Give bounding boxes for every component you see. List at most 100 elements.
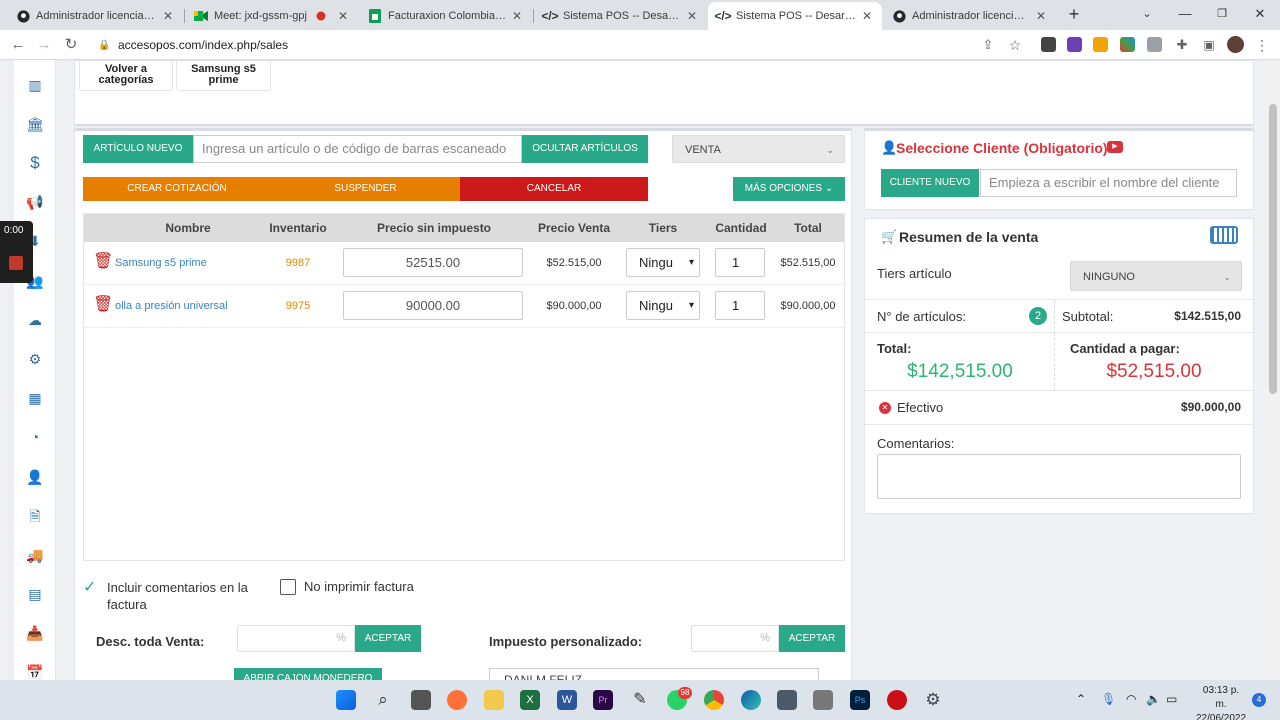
document-icon[interactable]: 🗎 bbox=[26, 507, 44, 525]
cart-item-name[interactable]: olla a presión universal bbox=[115, 285, 228, 328]
task-view-icon[interactable] bbox=[411, 690, 431, 710]
chrome-icon[interactable] bbox=[704, 690, 724, 710]
code-extension-icon[interactable] bbox=[1147, 37, 1162, 52]
tier-select[interactable]: Ningu ▾ bbox=[626, 291, 700, 320]
share-icon[interactable]: ⇪ bbox=[978, 35, 998, 55]
tab-admin-licencias-1[interactable]: Administrador licencias POS ✕ bbox=[8, 2, 183, 30]
opera-icon[interactable] bbox=[887, 690, 907, 710]
megaphone-icon[interactable]: 📢 bbox=[26, 193, 44, 211]
discount-accept-button[interactable]: ACEPTAR bbox=[355, 625, 421, 652]
puzzle-extensions-icon[interactable]: ✚ bbox=[1172, 35, 1192, 55]
reload-icon[interactable]: ↻ bbox=[61, 35, 81, 55]
new-item-button[interactable]: ARTÍCULO NUEVO bbox=[83, 135, 193, 163]
minimize-button[interactable]: — bbox=[1174, 4, 1196, 24]
no-print-checkbox[interactable] bbox=[280, 579, 296, 595]
battery-icon[interactable]: ▭ bbox=[1166, 692, 1177, 706]
bank-icon[interactable]: 🏛 bbox=[26, 115, 44, 133]
category-item-samsung[interactable]: Samsung s5 prime bbox=[176, 61, 271, 91]
back-arrow-icon[interactable]: ← bbox=[8, 35, 28, 55]
price-no-tax-input[interactable]: 52515.00 bbox=[343, 248, 523, 277]
wifi-icon[interactable]: ◠ bbox=[1126, 692, 1136, 706]
trash-icon[interactable]: 🗑 bbox=[93, 296, 113, 314]
cart-item-name[interactable]: Samsung s5 prime bbox=[115, 242, 207, 285]
hide-items-button[interactable]: OCULTAR ARTÍCULOS bbox=[522, 135, 648, 163]
remove-payment-icon[interactable]: ✕ bbox=[879, 402, 891, 414]
tab-search-chevron-icon[interactable]: ⌄ bbox=[1136, 4, 1158, 24]
notification-badge[interactable]: 4 bbox=[1252, 693, 1266, 707]
quantity-input[interactable]: 1 bbox=[715, 291, 765, 320]
back-to-categories-button[interactable]: Volver a categorías bbox=[79, 61, 173, 91]
close-tab-icon[interactable]: ✕ bbox=[860, 9, 874, 23]
sale-mode-select[interactable]: VENTA ⌄ bbox=[672, 135, 845, 163]
dollar-icon[interactable]: $ bbox=[26, 154, 44, 172]
windows-start-icon[interactable] bbox=[336, 690, 356, 710]
key-extension-icon[interactable] bbox=[1093, 37, 1108, 52]
snipping-tool-icon[interactable] bbox=[813, 690, 833, 710]
tab-sistema-pos-active[interactable]: </> Sistema POS -- Desarrollado ✕ bbox=[708, 2, 882, 30]
edge-icon[interactable] bbox=[741, 690, 761, 710]
youtube-icon[interactable]: ▶ bbox=[1107, 141, 1123, 153]
microphone-icon[interactable]: 🎙 bbox=[1101, 692, 1116, 706]
user-icon[interactable]: 👤 bbox=[26, 468, 44, 486]
new-tab-button[interactable]: + bbox=[1063, 4, 1085, 24]
close-tab-icon[interactable]: ✕ bbox=[1034, 9, 1048, 23]
client-search-input[interactable]: Empieza a escribir el nombre del cliente bbox=[980, 169, 1237, 197]
tiers-select[interactable]: NINGUNO ⌄ bbox=[1070, 261, 1242, 291]
pen-tool-icon[interactable]: ✎ bbox=[630, 690, 650, 710]
table-icon[interactable]: ▤ bbox=[26, 585, 44, 603]
quantity-input[interactable]: 1 bbox=[715, 248, 765, 277]
k-extension-icon[interactable] bbox=[1067, 37, 1082, 52]
maximize-button[interactable]: ❐ bbox=[1211, 4, 1233, 24]
comments-textarea[interactable] bbox=[877, 454, 1241, 499]
inbox-icon[interactable]: 📥 bbox=[26, 624, 44, 642]
tray-chevron-icon[interactable]: ⌃ bbox=[1076, 692, 1086, 706]
profile-avatar[interactable] bbox=[1227, 36, 1244, 53]
new-client-button[interactable]: CLIENTE NUEVO bbox=[881, 169, 979, 197]
create-quote-button[interactable]: CREAR COTIZACIÓN bbox=[83, 177, 271, 201]
custom-tax-input[interactable]: % bbox=[691, 625, 779, 652]
settings-icon[interactable]: ⚙ bbox=[923, 690, 943, 710]
browser-menu-icon[interactable]: ⋮ bbox=[1252, 35, 1272, 55]
calendar-icon[interactable]: 📅 bbox=[26, 663, 44, 681]
more-options-button[interactable]: MÁS OPCIONES ⌄ bbox=[733, 177, 845, 201]
qr-extension-icon[interactable] bbox=[1041, 37, 1056, 52]
page-scrollbar[interactable] bbox=[1266, 60, 1280, 680]
price-no-tax-input[interactable]: 90000.00 bbox=[343, 291, 523, 320]
tab-facturaxion[interactable]: Facturaxion Colombia altas ✕ bbox=[360, 2, 532, 30]
trash-icon[interactable]: 🗑 bbox=[93, 253, 113, 271]
custom-tax-accept-button[interactable]: ACEPTAR bbox=[779, 625, 845, 652]
tab-admin-licencias-2[interactable]: Administrador licencias POS ✕ bbox=[884, 2, 1056, 30]
stop-record-button[interactable] bbox=[9, 256, 23, 270]
url-field[interactable]: 🔒 accesopos.com/index.php/sales bbox=[88, 35, 1033, 56]
discount-input[interactable]: % bbox=[237, 625, 355, 652]
close-window-button[interactable]: ✕ bbox=[1249, 4, 1271, 24]
word-icon[interactable]: W bbox=[557, 690, 577, 710]
calculator-icon[interactable]: ▦ bbox=[26, 389, 44, 407]
building-icon[interactable]: ▥ bbox=[26, 76, 44, 94]
checkmark-icon[interactable]: ✓ bbox=[83, 577, 96, 597]
bookmark-star-icon[interactable]: ☆ bbox=[1005, 35, 1025, 55]
suspend-button[interactable]: SUSPENDER bbox=[271, 177, 460, 201]
calculator-icon[interactable] bbox=[777, 690, 797, 710]
excel-icon[interactable]: X bbox=[520, 690, 540, 710]
gears-icon[interactable]: ⚙ bbox=[26, 350, 44, 368]
tier-select[interactable]: Ningu ▾ bbox=[626, 248, 700, 277]
volume-icon[interactable]: 🔈 bbox=[1146, 692, 1161, 706]
cancel-sale-button[interactable]: CANCELAR bbox=[460, 177, 648, 201]
dashboard-icon[interactable]: ◔ bbox=[26, 428, 44, 446]
close-tab-icon[interactable]: ✕ bbox=[685, 9, 699, 23]
file-explorer-icon[interactable] bbox=[484, 690, 504, 710]
side-panel-icon[interactable]: ▣ bbox=[1199, 35, 1219, 55]
tab-meet[interactable]: Meet: jxd-gssm-gpj ✕ bbox=[186, 2, 358, 30]
scrollbar-thumb[interactable] bbox=[1269, 104, 1277, 394]
system-clock[interactable]: 03:13 p. m. 22/06/2022 bbox=[1196, 684, 1246, 720]
firefox-icon[interactable] bbox=[447, 690, 467, 710]
close-tab-icon[interactable]: ✕ bbox=[336, 9, 350, 23]
close-tab-icon[interactable]: ✕ bbox=[510, 9, 524, 23]
forward-arrow-icon[interactable]: → bbox=[34, 35, 54, 55]
search-icon[interactable]: ⌕ bbox=[373, 690, 393, 710]
truck-icon[interactable]: 🚚 bbox=[26, 546, 44, 564]
color-extension-icon[interactable] bbox=[1120, 37, 1135, 52]
tab-sistema-pos-1[interactable]: </> Sistema POS -- Desarrollado ✕ bbox=[535, 2, 707, 30]
cloud-upload-icon[interactable]: ☁ bbox=[26, 311, 44, 329]
